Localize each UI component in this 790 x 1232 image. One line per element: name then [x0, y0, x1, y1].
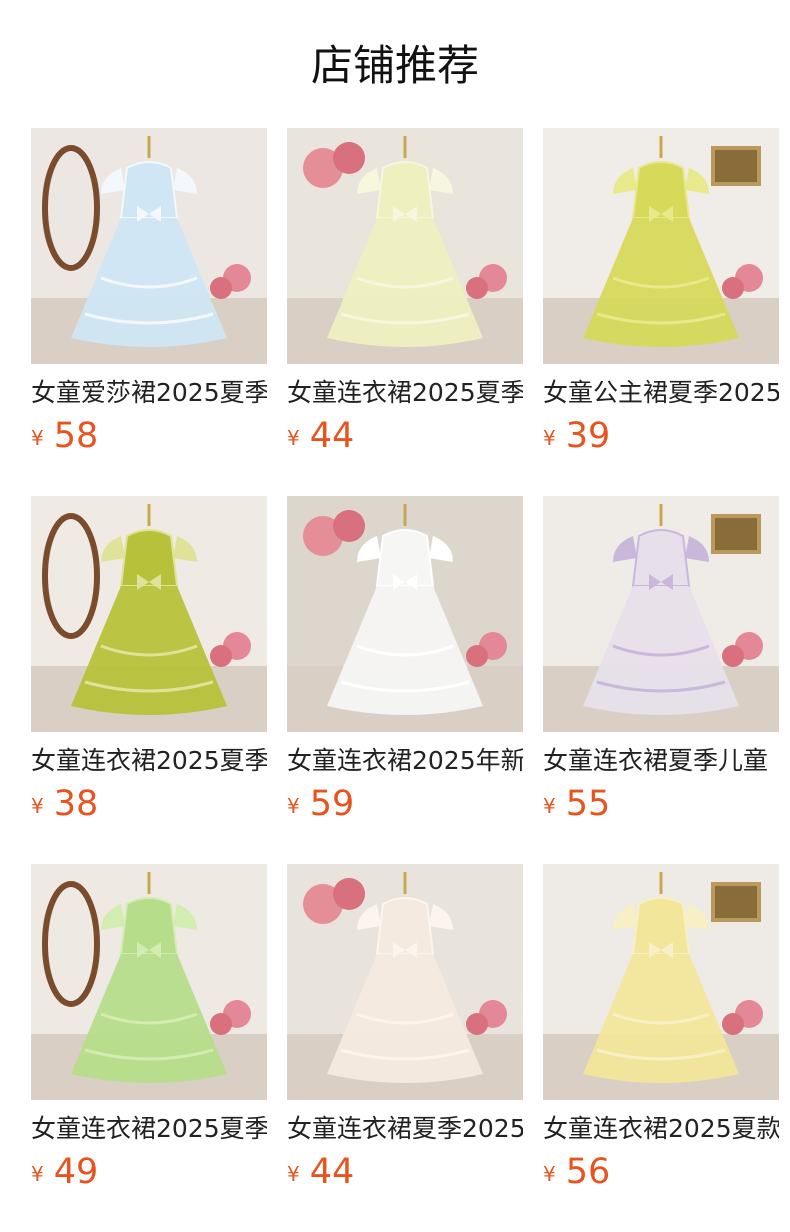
yellow-bubble-dress-photo[interactable] [543, 864, 779, 1100]
currency-symbol: ¥ [287, 1162, 300, 1186]
product-grid: 女童爱莎裙2025夏季 ¥58 女童连衣裙2025夏季 ¥44 女童公主裙夏季2… [31, 128, 779, 1192]
currency-symbol: ¥ [31, 794, 44, 818]
product-title[interactable]: 女童连衣裙2025夏季 [31, 744, 267, 778]
product-price: ¥56 [543, 1152, 779, 1192]
price-amount: 44 [309, 416, 355, 456]
cream-chiffon-dress-photo[interactable] [287, 864, 523, 1100]
product-price: ¥39 [543, 416, 779, 456]
product-card-4[interactable]: 女童连衣裙2025夏季 ¥38 [31, 496, 267, 824]
product-title[interactable]: 女童连衣裙2025夏季 [31, 1112, 267, 1146]
product-price: ¥44 [287, 416, 523, 456]
product-price: ¥44 [287, 1152, 523, 1192]
lavender-big-bow-dress-photo[interactable] [543, 496, 779, 732]
product-card-9[interactable]: 女童连衣裙2025夏款 ¥56 [543, 864, 779, 1192]
product-card-5[interactable]: 女童连衣裙2025年新 ¥59 [287, 496, 523, 824]
white-butterfly-tulle-dress-photo[interactable] [287, 496, 523, 732]
currency-symbol: ¥ [31, 1162, 44, 1186]
product-title[interactable]: 女童爱莎裙2025夏季 [31, 376, 267, 410]
product-card-1[interactable]: 女童爱莎裙2025夏季 ¥58 [31, 128, 267, 456]
price-amount: 55 [565, 784, 611, 824]
price-amount: 39 [565, 416, 611, 456]
product-title[interactable]: 女童公主裙夏季2025 [543, 376, 779, 410]
pale-yellow-tulle-dress-photo[interactable] [287, 128, 523, 364]
price-amount: 59 [309, 784, 355, 824]
currency-symbol: ¥ [543, 1162, 556, 1186]
product-price: ¥49 [31, 1152, 267, 1192]
product-card-3[interactable]: 女童公主裙夏季2025 ¥39 [543, 128, 779, 456]
product-card-2[interactable]: 女童连衣裙2025夏季 ¥44 [287, 128, 523, 456]
lime-green-bow-dress-photo[interactable] [543, 128, 779, 364]
product-title[interactable]: 女童连衣裙夏季儿童 [543, 744, 779, 778]
product-title[interactable]: 女童连衣裙2025夏款 [543, 1112, 779, 1146]
product-card-7[interactable]: 女童连衣裙2025夏季 ¥49 [31, 864, 267, 1192]
light-blue-princess-dress-photo[interactable] [31, 128, 267, 364]
price-amount: 58 [53, 416, 99, 456]
product-price: ¥38 [31, 784, 267, 824]
product-price: ¥59 [287, 784, 523, 824]
product-title[interactable]: 女童连衣裙2025年新 [287, 744, 523, 778]
mint-green-tiered-dress-photo[interactable] [31, 864, 267, 1100]
price-amount: 49 [53, 1152, 99, 1192]
currency-symbol: ¥ [543, 426, 556, 450]
product-title[interactable]: 女童连衣裙夏季2025 [287, 1112, 523, 1146]
product-price: ¥55 [543, 784, 779, 824]
currency-symbol: ¥ [287, 426, 300, 450]
price-amount: 38 [53, 784, 99, 824]
price-amount: 44 [309, 1152, 355, 1192]
product-price: ¥58 [31, 416, 267, 456]
currency-symbol: ¥ [31, 426, 44, 450]
currency-symbol: ¥ [287, 794, 300, 818]
olive-green-sleeveless-dress-photo[interactable] [31, 496, 267, 732]
product-card-6[interactable]: 女童连衣裙夏季儿童 ¥55 [543, 496, 779, 824]
product-title[interactable]: 女童连衣裙2025夏季 [287, 376, 523, 410]
section-title: 店铺推荐 [310, 41, 479, 90]
price-amount: 56 [565, 1152, 611, 1192]
product-card-8[interactable]: 女童连衣裙夏季2025 ¥44 [287, 864, 523, 1192]
currency-symbol: ¥ [543, 794, 556, 818]
